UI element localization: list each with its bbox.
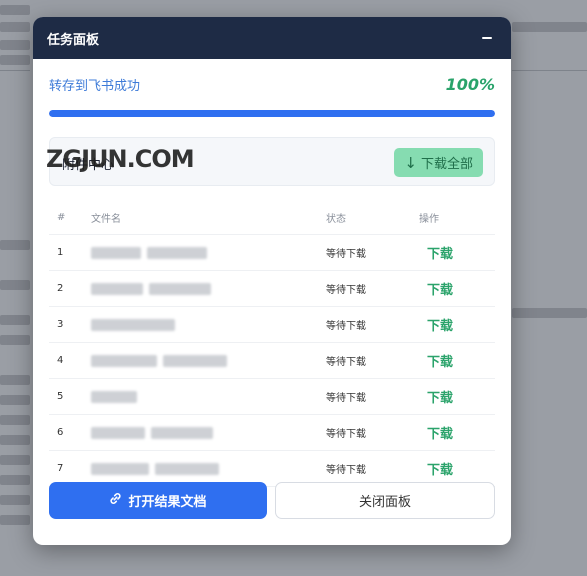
bg-divider <box>512 70 587 71</box>
row-num: 4 <box>57 355 64 366</box>
download-link[interactable]: 下载 <box>419 247 453 262</box>
bg-text <box>0 375 30 385</box>
file-name <box>91 282 326 295</box>
panel-footer: 打开结果文档 关闭面板 <box>49 482 495 519</box>
blurred-filename <box>91 246 326 259</box>
download-link[interactable]: 下载 <box>419 319 453 334</box>
panel-header: 任务面板 <box>33 17 511 59</box>
header-num: # <box>57 212 66 223</box>
task-panel: 任务面板 转存到飞书成功 100% 附件中心 ZGJUN.COM ↓ 下载全部 … <box>33 17 511 545</box>
file-name <box>91 426 326 439</box>
progress-bar <box>49 110 495 117</box>
download-link[interactable]: 下载 <box>419 463 453 478</box>
bg-text <box>0 415 30 425</box>
row-num: 3 <box>57 319 64 330</box>
table-row: 5 等待下载 下载 <box>49 379 495 415</box>
bg-text <box>0 515 30 525</box>
row-action: 下载 <box>419 387 495 406</box>
file-name <box>91 246 326 259</box>
download-link[interactable]: 下载 <box>419 355 453 370</box>
close-panel-label: 关闭面板 <box>358 495 411 510</box>
row-action: 下载 <box>419 351 495 370</box>
table-row: 6 等待下载 下载 <box>49 415 495 451</box>
row-action: 下载 <box>419 459 495 478</box>
bg-text <box>512 22 587 32</box>
blurred-filename <box>91 354 326 367</box>
row-action: 下载 <box>419 315 495 334</box>
table-row: 2 等待下载 下载 <box>49 271 495 307</box>
table-row: 1 等待下载 下载 <box>49 235 495 271</box>
row-status: 等待下载 <box>326 357 366 368</box>
progress-percent: 100% <box>445 75 495 94</box>
panel-title: 任务面板 <box>47 32 100 48</box>
open-result-doc-label: 打开结果文档 <box>128 495 207 510</box>
bg-text <box>0 40 30 50</box>
row-num: 7 <box>57 463 64 474</box>
blurred-filename <box>91 426 326 439</box>
bg-text <box>0 5 30 15</box>
row-status: 等待下载 <box>326 429 366 440</box>
status-text: 转存到飞书成功 <box>49 79 141 94</box>
header-action: 操作 <box>419 214 439 225</box>
row-action: 下载 <box>419 243 495 262</box>
row-status: 等待下载 <box>326 393 366 404</box>
file-name <box>91 354 326 367</box>
download-link[interactable]: 下载 <box>419 283 453 298</box>
bg-text <box>0 455 30 465</box>
bg-text <box>0 495 30 505</box>
bg-text <box>0 335 30 345</box>
bg-text <box>0 475 30 485</box>
row-status: 等待下载 <box>326 465 366 476</box>
row-num: 1 <box>57 247 64 258</box>
download-link[interactable]: 下载 <box>419 391 453 406</box>
progress-fill <box>49 110 495 117</box>
bg-text <box>512 308 587 318</box>
download-all-button[interactable]: ↓ 下载全部 <box>394 148 483 177</box>
download-arrow-icon: ↓ <box>404 153 417 172</box>
bg-text <box>0 55 30 65</box>
status-row: 转存到飞书成功 100% <box>49 75 495 94</box>
file-name <box>91 390 326 403</box>
table-row: 3 等待下载 下载 <box>49 307 495 343</box>
row-action: 下载 <box>419 423 495 442</box>
blurred-filename <box>91 318 326 331</box>
header-filename: 文件名 <box>91 214 121 225</box>
blurred-filename <box>91 282 326 295</box>
table-header: # 文件名 状态 操作 <box>49 201 495 235</box>
watermark: ZGJUN.COM <box>46 145 195 173</box>
header-status: 状态 <box>326 214 346 225</box>
row-action: 下载 <box>419 279 495 298</box>
bg-text <box>0 395 30 405</box>
row-status: 等待下载 <box>326 249 366 260</box>
row-num: 6 <box>57 427 64 438</box>
minimize-icon <box>482 37 492 39</box>
blurred-filename <box>91 462 326 475</box>
download-link[interactable]: 下载 <box>419 427 453 442</box>
table-row: 4 等待下载 下载 <box>49 343 495 379</box>
row-num: 5 <box>57 391 64 402</box>
file-table: # 文件名 状态 操作 1 等待下载 下载 2 等待下载 下载 3 等待下载 下… <box>49 201 495 487</box>
bg-text <box>0 240 30 250</box>
row-status: 等待下载 <box>326 321 366 332</box>
link-icon <box>109 492 122 509</box>
minimize-button[interactable] <box>479 30 495 46</box>
bg-text <box>0 435 30 445</box>
file-name <box>91 462 326 475</box>
row-status: 等待下载 <box>326 285 366 296</box>
bg-text <box>0 22 30 32</box>
blurred-filename <box>91 390 326 403</box>
row-num: 2 <box>57 283 64 294</box>
download-all-label: 下载全部 <box>420 157 473 172</box>
file-name <box>91 318 326 331</box>
attachment-center-bar: 附件中心 ZGJUN.COM ↓ 下载全部 <box>46 137 495 186</box>
close-panel-button[interactable]: 关闭面板 <box>275 482 495 519</box>
bg-text <box>0 315 30 325</box>
bg-text <box>0 280 30 290</box>
open-result-doc-button[interactable]: 打开结果文档 <box>49 482 267 519</box>
bg-divider <box>0 70 30 71</box>
